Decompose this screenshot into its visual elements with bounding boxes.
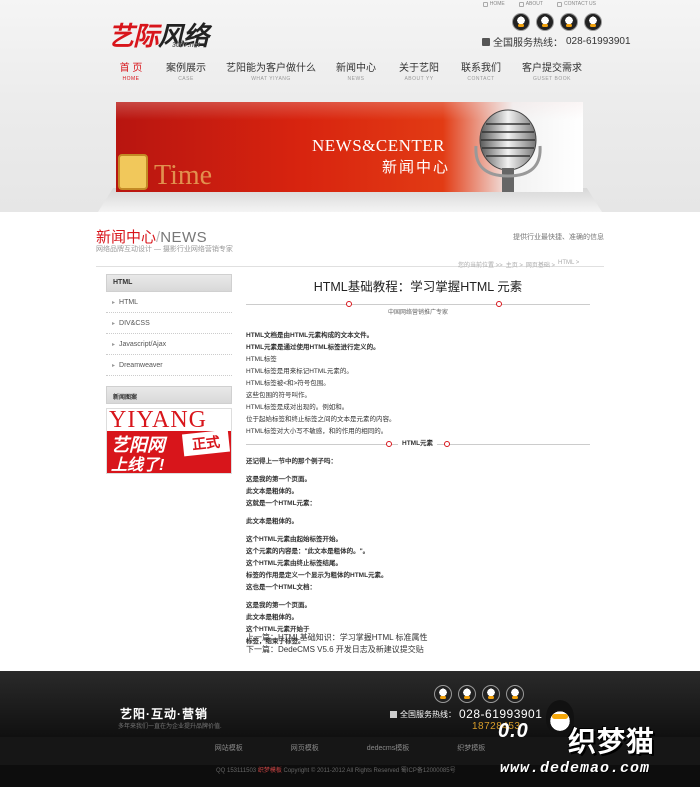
footer-link-dedecms-templates[interactable]: dedecms模板 (367, 743, 409, 765)
article-body: HTML文档是由HTML元素构成的文本文件。 HTML元素是通过使用HTML标签… (246, 330, 590, 648)
qq-icon[interactable] (560, 13, 578, 31)
mail-icon (556, 1, 562, 7)
about-icon (518, 1, 524, 7)
chevron-right-icon: ▸ (112, 300, 116, 306)
footer-slogan-sub: 多年来我们一直在为企业提升品牌价值. (118, 724, 222, 730)
top-links: HOME ABOUT CONTACT US (482, 0, 596, 8)
qq-icon[interactable] (434, 685, 452, 703)
chevron-right-icon: ▸ (112, 321, 116, 327)
phone-icon (482, 37, 490, 46)
chevron-right-icon: ▸ (112, 363, 116, 369)
sidebar-heading: HTML (106, 274, 232, 292)
copyright: QQ 153111503 织梦模板 Copyright © 2011-2012 … (216, 768, 456, 774)
section-right-text: 提供行业最快捷、准确的信息 (513, 234, 604, 241)
hotline: 全国服务热线： 028-61993901 (482, 34, 631, 49)
phone-icon (390, 710, 397, 718)
breadcrumb-home[interactable]: 主页 > (506, 260, 523, 269)
footer-link-web-templates[interactable]: 网页模板 (291, 743, 319, 765)
sidebar-item-dreamweaver[interactable]: ▸ Dreamweaver (106, 355, 232, 376)
sidebar-item-html[interactable]: ▸ HTML (106, 292, 232, 313)
sidebar-item-divcss[interactable]: ▸ DIV&CSS (106, 313, 232, 334)
news-banner: Time NEWS&CENTER 新闻中心 (116, 102, 583, 192)
article-title: HTML基础教程：学习掌握HTML 元素 (313, 280, 523, 294)
copyright-link[interactable]: 织梦模板 (258, 768, 282, 774)
qq-icon[interactable] (584, 13, 602, 31)
footer-slogan: 艺阳·互动·营销 (120, 707, 208, 721)
tv-icon (118, 154, 148, 190)
breadcrumb: 您的当前位置 >> 主页 > 网页基础 > HTML > (458, 260, 580, 269)
qq-contacts (512, 13, 602, 31)
nav-news[interactable]: 新闻中心 NEWS (324, 62, 388, 92)
qq-icon[interactable] (536, 13, 554, 31)
chevron-right-icon: ▸ (112, 342, 116, 348)
sidebar: HTML ▸ HTML ▸ DIV&CSS ▸ Javascript/Ajax ▸ Dr… (106, 274, 232, 474)
footer-link-site-templates[interactable]: 网站模板 (215, 743, 243, 765)
logo[interactable]: 艺际风络 3007.net (108, 16, 238, 51)
top-link-about[interactable]: ABOUT (518, 0, 543, 8)
qq-icon[interactable] (512, 13, 530, 31)
main-nav: 首 页 HOME 案例展示 CASE 艺阳能为客户做什么 WHAT YIYANG 新闻… (108, 62, 592, 92)
prev-article-link[interactable]: 上一篇：HTML基础知识：学习掌握HTML 标准属性 (246, 632, 427, 644)
top-link-contact[interactable]: CONTACT US (556, 0, 596, 8)
nav-contact[interactable]: 联系我们 CONTACT (450, 62, 512, 92)
nav-home[interactable]: 首 页 HOME (108, 62, 154, 92)
title-divider (246, 299, 590, 309)
top-link-home[interactable]: HOME (482, 0, 505, 8)
home-icon (482, 1, 488, 7)
nav-guestbook[interactable]: 客户提交需求 GUSET BOOK (512, 62, 592, 92)
sidebar-item-javascript[interactable]: ▸ Javascript/Ajax (106, 334, 232, 355)
footer-link-dedemao-templates[interactable]: 织梦模板 (457, 743, 485, 765)
breadcrumb-web-basics[interactable]: 网页基础 > (526, 260, 555, 269)
nav-what-yiyang[interactable]: 艺阳能为客户做什么 WHAT YIYANG (218, 62, 324, 92)
watermark: 0.0 织梦猫 www.dedemao.com (496, 696, 700, 787)
sidebar-pic-heading: 新闻图案 (106, 386, 232, 404)
section-heading-html-element: HTML元素 (246, 438, 590, 450)
nav-about[interactable]: 关于艺阳 ABOUT YY (388, 62, 450, 92)
news-promo-image[interactable]: YIYANG 艺阳网 上线了! 正式 (106, 408, 232, 474)
prev-next-links: 上一篇：HTML基础知识：学习掌握HTML 标准属性 下一篇：DedeCMS V… (246, 632, 427, 656)
nav-case[interactable]: 案例展示 CASE (154, 62, 218, 92)
section-subtitle: 网络品牌互动设计 — 摄影行业网络营销专家 (96, 246, 233, 253)
header: HOME ABOUT CONTACT US 艺际风络 3007.net 全国服务… (0, 0, 700, 212)
next-article-link[interactable]: 下一篇：DedeCMS V5.6 开发日志及新建议提交贴 (246, 644, 427, 656)
breadcrumb-html[interactable]: HTML > (558, 260, 579, 269)
qq-icon[interactable] (458, 685, 476, 703)
article: HTML基础教程：学习掌握HTML 元素 中国网络营销推广专家 HTML文档是由… (246, 270, 590, 648)
microphone-icon (474, 109, 542, 192)
